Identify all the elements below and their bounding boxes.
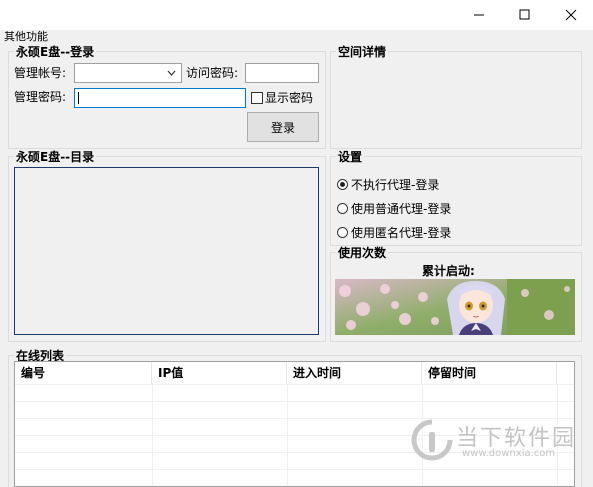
close-button[interactable] bbox=[548, 0, 593, 30]
minimize-button[interactable] bbox=[456, 0, 502, 30]
radio-icon bbox=[337, 203, 348, 214]
column-header-id[interactable]: 编号 bbox=[15, 362, 152, 384]
watermark-logo-icon bbox=[411, 419, 453, 461]
directory-tree[interactable] bbox=[14, 167, 319, 335]
column-header-stay-time[interactable]: 停留时间 bbox=[422, 362, 557, 384]
menu-other-functions[interactable]: 其他功能 bbox=[4, 30, 48, 44]
proxy-option-label: 使用匿名代理-登录 bbox=[351, 226, 452, 240]
grid-line bbox=[287, 384, 288, 486]
minimize-icon bbox=[474, 14, 484, 16]
grid-line bbox=[15, 418, 574, 419]
manage-password-input[interactable] bbox=[74, 88, 246, 108]
proxy-option-label: 不执行代理-登录 bbox=[351, 178, 440, 192]
header-divider bbox=[15, 384, 574, 385]
text-cursor bbox=[78, 92, 79, 104]
column-header-ip[interactable]: IP值 bbox=[152, 362, 287, 384]
usage-title: 使用次数 bbox=[336, 246, 389, 260]
anime-banner-image bbox=[335, 279, 575, 335]
access-password-label: 访问密码: bbox=[186, 66, 239, 80]
proxy-option-normal[interactable]: 使用普通代理-登录 bbox=[337, 200, 451, 217]
login-group-title: 永硕E盘--登录 bbox=[14, 45, 97, 59]
maximize-icon bbox=[519, 9, 530, 20]
space-details-title: 空间详情 bbox=[336, 45, 389, 59]
column-header-enter-time[interactable]: 进入时间 bbox=[287, 362, 422, 384]
grid-line bbox=[15, 469, 574, 470]
login-button[interactable]: 登录 bbox=[247, 112, 319, 142]
radio-selected-icon bbox=[337, 179, 348, 190]
show-password-checkbox[interactable] bbox=[251, 92, 263, 104]
manage-account-select[interactable] bbox=[74, 63, 182, 83]
grid-line bbox=[152, 384, 153, 486]
show-password-label: 显示密码 bbox=[265, 91, 314, 105]
settings-title: 设置 bbox=[336, 150, 365, 164]
space-details-group bbox=[330, 51, 582, 149]
chevron-down-icon bbox=[167, 70, 176, 76]
directory-group-title: 永硕E盘--目录 bbox=[14, 150, 97, 164]
watermark-url: www.downxia.com bbox=[462, 448, 556, 459]
close-icon bbox=[565, 9, 577, 21]
proxy-option-none[interactable]: 不执行代理-登录 bbox=[337, 176, 439, 193]
proxy-option-anonymous[interactable]: 使用匿名代理-登录 bbox=[337, 224, 451, 241]
grid-line bbox=[15, 401, 574, 402]
total-launch-label: 累计启动: bbox=[422, 264, 475, 278]
menu-bar bbox=[0, 30, 593, 44]
maximize-button[interactable] bbox=[502, 0, 548, 30]
radio-icon bbox=[337, 227, 348, 238]
access-password-input[interactable] bbox=[245, 63, 319, 83]
manage-account-label: 管理帐号: bbox=[14, 66, 67, 80]
proxy-option-label: 使用普通代理-登录 bbox=[351, 202, 452, 216]
manage-password-label: 管理密码: bbox=[14, 90, 67, 104]
